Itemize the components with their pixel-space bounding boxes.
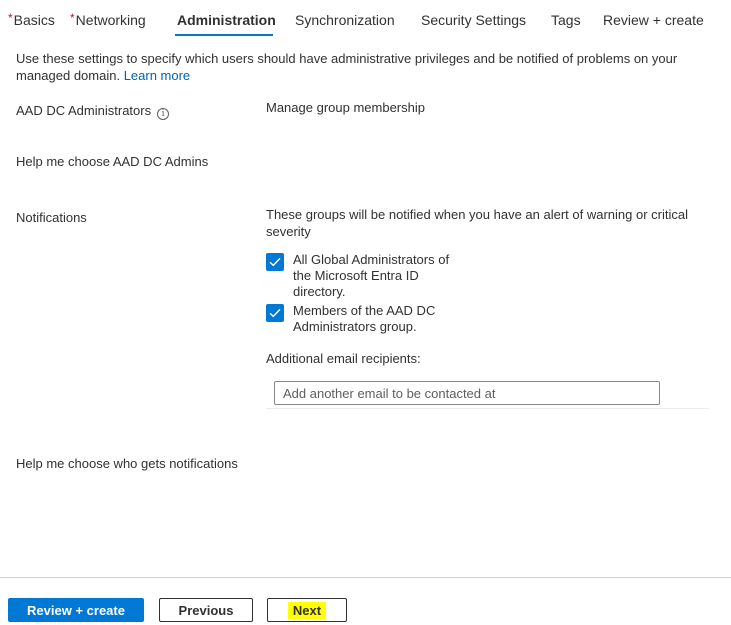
checkmark-icon — [269, 257, 281, 267]
intro-text: Use these settings to specify which user… — [16, 50, 716, 84]
tab-security-settings[interactable]: Security Settings — [421, 11, 526, 29]
create-managed-domain-page: *Basics *Networking Administration Synch… — [0, 0, 731, 625]
intro-description: Use these settings to specify which user… — [16, 51, 678, 83]
learn-more-link[interactable]: Learn more — [124, 68, 190, 83]
wizard-tabs: *Basics *Networking Administration Synch… — [0, 0, 731, 38]
global-admins-option[interactable]: All Global Administrators of the Microso… — [266, 252, 463, 300]
tab-label: Basics — [13, 12, 55, 28]
previous-button[interactable]: Previous — [159, 598, 253, 622]
required-marker: * — [8, 11, 13, 25]
tab-review-create[interactable]: Review + create — [603, 11, 704, 29]
tab-label: Security Settings — [421, 12, 527, 28]
tab-basics[interactable]: *Basics — [8, 11, 55, 30]
aad-dc-admins-option-label: Members of the AAD DC Administrators gro… — [293, 303, 436, 334]
info-icon[interactable]: i — [157, 108, 170, 120]
section-divider — [266, 408, 709, 409]
tab-synchronization[interactable]: Synchronization — [295, 11, 395, 29]
next-button-label: Next — [287, 601, 327, 619]
next-button[interactable]: Next — [267, 598, 347, 622]
help-choose-admins-link[interactable]: Help me choose AAD DC Admins — [16, 153, 208, 170]
global-admins-label: All Global Administrators of the Microso… — [293, 252, 450, 299]
footer-divider — [0, 577, 731, 578]
aad-dc-admins-checkbox[interactable] — [266, 304, 284, 322]
tab-label: Review + create — [603, 12, 704, 28]
notifications-label: Notifications — [16, 210, 87, 225]
notifications-description: These groups will be notified when you h… — [266, 207, 689, 239]
required-marker: * — [70, 11, 75, 25]
review-create-button[interactable]: Review + create — [8, 598, 144, 622]
email-recipients-input[interactable] — [274, 381, 660, 405]
aad-dc-admins-label: AAD DC Administrators i — [16, 102, 170, 120]
tab-networking[interactable]: *Networking — [70, 11, 146, 30]
tab-label: Networking — [75, 12, 146, 28]
email-recipients-label: Additional email recipients: — [266, 351, 421, 366]
tab-label: Synchronization — [295, 12, 395, 28]
global-admins-checkbox[interactable] — [266, 253, 284, 271]
aad-dc-admins-label-text: AAD DC Administrators — [16, 103, 152, 118]
help-choose-notifications-link[interactable]: Help me choose who gets notifications — [16, 455, 238, 472]
checkmark-icon — [269, 308, 281, 318]
active-tab-indicator — [175, 34, 273, 36]
tab-label: Tags — [551, 12, 581, 28]
tab-administration[interactable]: Administration — [177, 11, 276, 29]
manage-group-membership-link[interactable]: Manage group membership — [266, 99, 425, 116]
aad-dc-admins-option[interactable]: Members of the AAD DC Administrators gro… — [266, 303, 463, 335]
tab-tags[interactable]: Tags — [551, 11, 581, 29]
tab-label: Administration — [177, 12, 276, 28]
